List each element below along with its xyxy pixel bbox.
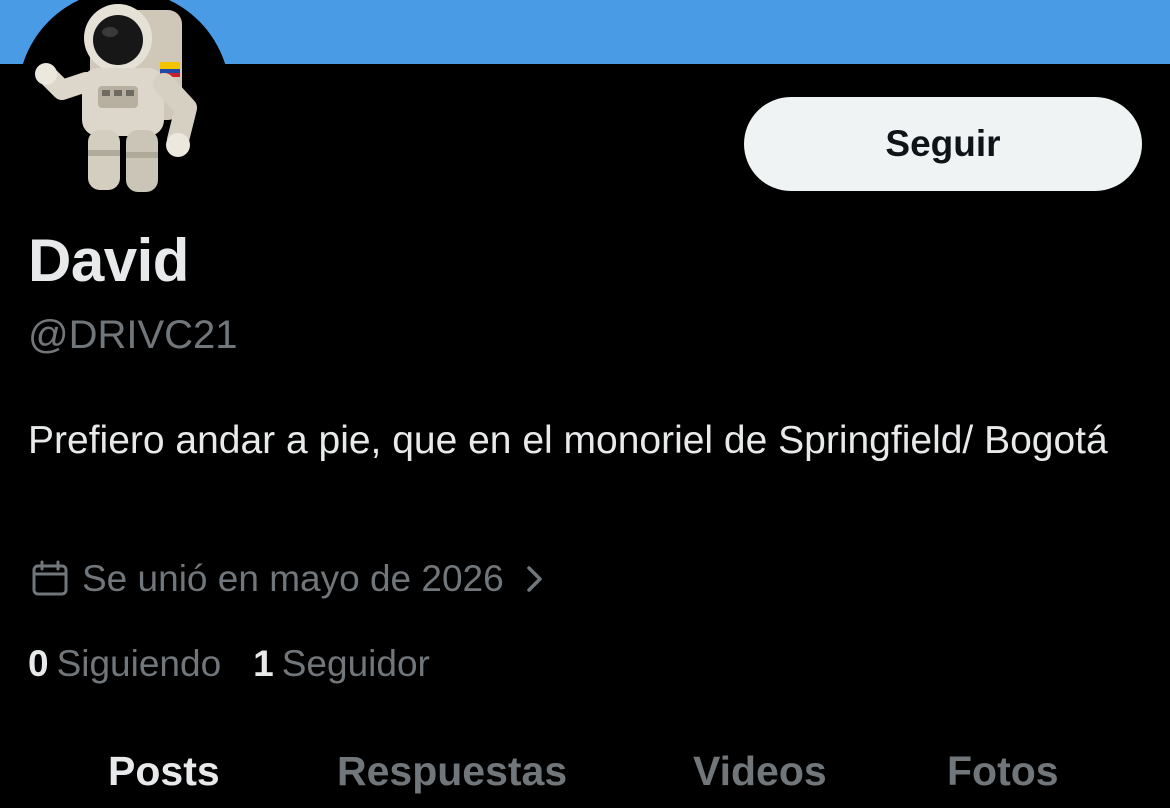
chevron-right-icon [526, 566, 542, 592]
follow-stats: 0 Siguiendo 1 Seguidor [28, 640, 430, 688]
tab-respuestas[interactable]: Respuestas [337, 748, 567, 795]
followers-link[interactable]: 1 Seguidor [253, 643, 430, 685]
profile-bio: Prefiero andar a pie, que en el monoriel… [28, 419, 1108, 462]
follow-button-label: Seguir [885, 123, 1001, 164]
following-link[interactable]: 0 Siguiendo [28, 643, 221, 685]
following-label: Siguiendo [56, 643, 222, 684]
calendar-icon [32, 560, 68, 596]
username-handle: @DRIVC21 [28, 313, 238, 357]
followers-label: Seguidor [281, 643, 430, 684]
following-count: 0 [28, 643, 49, 684]
joined-date[interactable]: Se unió en mayo de 2026 [30, 556, 546, 602]
astronaut-avatar-icon [18, 0, 230, 202]
avatar[interactable] [18, 0, 230, 202]
tab-posts[interactable]: Posts [108, 748, 220, 795]
profile-tabs: Posts Respuestas Videos Fotos [0, 748, 1170, 808]
tab-fotos[interactable]: Fotos [947, 748, 1059, 795]
follow-button[interactable]: Seguir [744, 97, 1142, 191]
tab-videos[interactable]: Videos [693, 748, 827, 795]
followers-count: 1 [253, 643, 274, 684]
display-name: David [28, 227, 189, 294]
joined-date-text: Se unió en mayo de 2026 [82, 558, 504, 599]
